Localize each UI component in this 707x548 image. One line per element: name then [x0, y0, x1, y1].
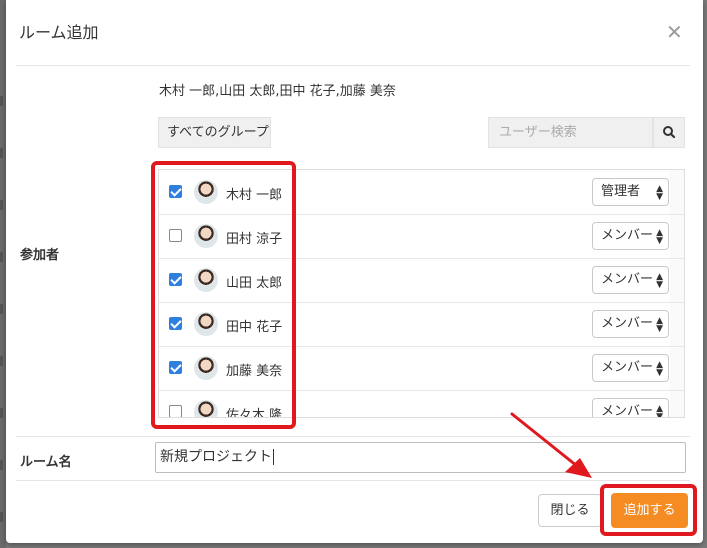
user-checkbox[interactable] [169, 185, 182, 198]
updown-arrow-icon: ▲ ▼ [656, 228, 663, 246]
avatar [194, 268, 218, 292]
participants-label: 参加者 [20, 248, 60, 263]
updown-arrow-icon: ▲ ▼ [656, 184, 663, 202]
group-filter-button[interactable]: すべてのグループ [158, 117, 271, 148]
text-caret [273, 449, 274, 465]
role-select-value: メンバー [601, 360, 654, 375]
user-checkbox[interactable] [169, 405, 182, 417]
user-checkbox[interactable] [169, 317, 182, 330]
user-name: 佐々木 隆 [226, 408, 283, 418]
user-row[interactable]: 山田 太郎 メンバー ▲ ▼ [159, 258, 684, 303]
divider [16, 436, 690, 437]
role-select-value: メンバー [601, 316, 654, 331]
user-row[interactable]: 木村 一郎 管理者 ▲ ▼ [159, 170, 684, 215]
close-icon[interactable]: ✕ [666, 22, 683, 42]
dialog-title: ルーム追加 [19, 23, 99, 42]
user-row[interactable]: 加藤 美奈 メンバー ▲ ▼ [159, 346, 684, 391]
role-select[interactable]: メンバー ▲ ▼ [592, 266, 669, 294]
avatar [194, 180, 218, 204]
role-select[interactable]: メンバー ▲ ▼ [592, 222, 669, 250]
role-select-value: メンバー [601, 404, 654, 418]
user-row[interactable]: 佐々木 隆 メンバー ▲ ▼ [159, 390, 684, 418]
avatar [194, 356, 218, 380]
user-list[interactable]: 木村 一郎 管理者 ▲ ▼ 田村 涼子 メンバー ▲ ▼ 山田 太郎 メンバー ▲ ▼ 田中 花子 メンバ… [158, 169, 685, 418]
user-row[interactable]: 田村 涼子 メンバー ▲ ▼ [159, 214, 684, 259]
user-checkbox[interactable] [169, 229, 182, 242]
selected-participants-summary: 木村 一郎,山田 太郎,田中 花子,加藤 美奈 [159, 84, 396, 99]
user-search-input[interactable]: ユーザー検索 [488, 117, 653, 148]
add-button[interactable]: 追加する [611, 493, 688, 528]
user-row[interactable]: 田中 花子 メンバー ▲ ▼ [159, 302, 684, 347]
role-select-value: 管理者 [601, 184, 641, 199]
room-name-value: 新規プロジェクト [160, 449, 272, 465]
updown-arrow-icon: ▲ ▼ [656, 272, 663, 290]
avatar [194, 400, 218, 417]
role-select[interactable]: メンバー ▲ ▼ [592, 310, 669, 338]
user-name: 木村 一郎 [226, 188, 283, 203]
role-select-value: メンバー [601, 272, 654, 287]
updown-arrow-icon: ▲ ▼ [656, 360, 663, 378]
updown-arrow-icon: ▲ ▼ [656, 404, 663, 418]
search-icon [663, 126, 676, 139]
divider [16, 480, 690, 481]
avatar [194, 312, 218, 336]
role-select-value: メンバー [601, 228, 654, 243]
updown-arrow-icon: ▲ ▼ [656, 316, 663, 334]
divider [16, 65, 690, 66]
user-checkbox[interactable] [169, 273, 182, 286]
room-name-label: ルーム名 [20, 455, 72, 470]
user-name: 田中 花子 [226, 320, 283, 335]
user-name: 山田 太郎 [226, 276, 283, 291]
room-add-dialog: ルーム追加 ✕ 参加者 木村 一郎,山田 太郎,田中 花子,加藤 美奈 すべての… [6, 0, 703, 543]
role-select[interactable]: メンバー ▲ ▼ [592, 398, 669, 418]
user-name: 加藤 美奈 [226, 364, 283, 379]
close-button[interactable]: 閉じる [538, 494, 602, 527]
room-name-input[interactable]: 新規プロジェクト [155, 442, 686, 473]
user-checkbox[interactable] [169, 361, 182, 374]
user-name: 田村 涼子 [226, 232, 283, 247]
avatar [194, 224, 218, 248]
role-select[interactable]: メンバー ▲ ▼ [592, 354, 669, 382]
role-select[interactable]: 管理者 ▲ ▼ [592, 178, 669, 206]
search-button[interactable] [653, 117, 685, 148]
